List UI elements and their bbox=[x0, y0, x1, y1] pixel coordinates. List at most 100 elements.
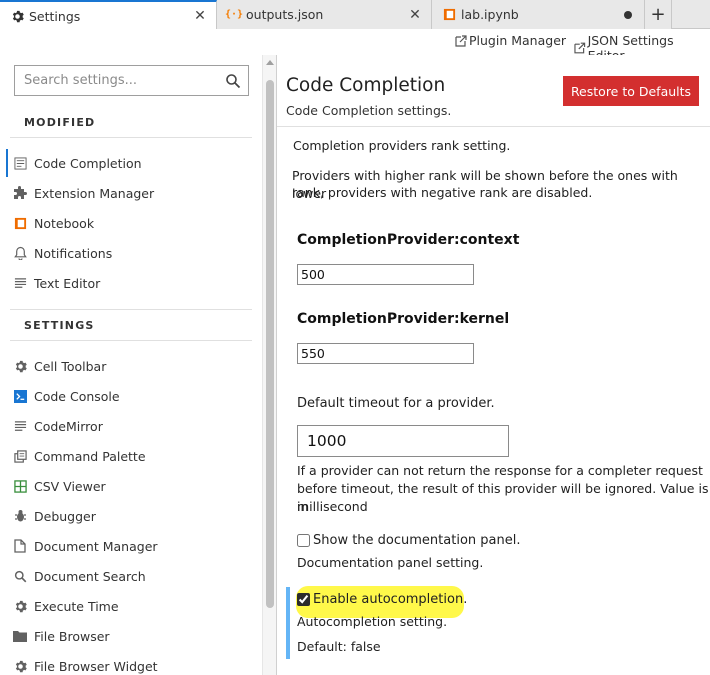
sidebar-item-code-console[interactable]: Code Console bbox=[6, 382, 256, 410]
scroll-up-icon[interactable] bbox=[266, 60, 274, 65]
scrollbar-thumb[interactable] bbox=[266, 80, 274, 608]
document-icon bbox=[13, 539, 27, 553]
text-editor-icon bbox=[13, 419, 27, 433]
providers-rank-note-line: rank, providers with negative rank are d… bbox=[292, 185, 593, 200]
autocompletion-option[interactable]: Enable autocompletion. bbox=[297, 592, 467, 607]
sidebar-item-cell-toolbar[interactable]: Cell Toolbar bbox=[6, 352, 256, 380]
gear-icon bbox=[13, 359, 27, 373]
autocompletion-description: Autocompletion setting. bbox=[297, 614, 448, 629]
autocompletion-label: Enable autocompletion. bbox=[313, 592, 468, 607]
sidebar-item-label: Debugger bbox=[34, 508, 96, 524]
autocompletion-default-value: Default: false bbox=[297, 639, 381, 654]
sidebar-item-file-browser-widget[interactable]: File Browser Widget bbox=[6, 652, 256, 675]
context-provider-input[interactable] bbox=[297, 264, 474, 285]
sidebar-item-label: Document Manager bbox=[34, 538, 158, 554]
sidebar-item-code-completion[interactable]: Code Completion bbox=[6, 149, 256, 177]
sidebar-item-command-palette[interactable]: Command Palette bbox=[6, 442, 256, 470]
close-icon[interactable]: ✕ bbox=[192, 8, 208, 24]
sidebar-item-document-manager[interactable]: Document Manager bbox=[6, 532, 256, 560]
page-title: Code Completion bbox=[286, 75, 446, 96]
text-editor-icon bbox=[13, 276, 27, 290]
unsaved-dot-icon[interactable] bbox=[624, 10, 632, 19]
context-provider-label: CompletionProvider:context bbox=[297, 232, 520, 248]
divider bbox=[277, 126, 710, 127]
autocompletion-checkbox[interactable] bbox=[297, 593, 310, 606]
sidebar-item-label: Command Palette bbox=[34, 448, 146, 464]
tab-label: outputs.json bbox=[246, 7, 324, 22]
gear-icon bbox=[13, 599, 27, 613]
console-icon bbox=[13, 389, 27, 403]
sidebar-item-notebook[interactable]: Notebook bbox=[6, 209, 256, 237]
sidebar-item-extension-manager[interactable]: Extension Manager bbox=[6, 179, 256, 207]
divider bbox=[10, 309, 252, 310]
settings-sidebar: MODIFIED Code Completion Extension Manag… bbox=[0, 55, 262, 675]
restore-defaults-button[interactable]: Restore to Defaults bbox=[563, 76, 699, 106]
sidebar-item-label: Text Editor bbox=[34, 275, 101, 291]
sidebar-item-label: Code Console bbox=[34, 388, 120, 404]
divider bbox=[10, 340, 252, 341]
sidebar-item-debugger[interactable]: Debugger bbox=[6, 502, 256, 530]
sidebar-item-label: File Browser bbox=[34, 628, 110, 644]
sidebar-item-codemirror[interactable]: CodeMirror bbox=[6, 412, 256, 440]
sidebar-item-label: Document Search bbox=[34, 568, 146, 584]
search-icon[interactable] bbox=[225, 73, 241, 89]
json-icon: {·} bbox=[224, 9, 244, 20]
timeout-input[interactable] bbox=[297, 425, 509, 457]
sidebar-item-text-editor[interactable]: Text Editor bbox=[6, 269, 256, 297]
gear-icon bbox=[10, 9, 24, 23]
sidebar-item-label: File Browser Widget bbox=[34, 658, 158, 674]
tab-settings[interactable]: Settings ✕ bbox=[0, 0, 217, 30]
csv-icon bbox=[13, 479, 27, 493]
sidebar-item-label: Cell Toolbar bbox=[34, 358, 107, 374]
sidebar-item-label: Notebook bbox=[34, 215, 95, 231]
page-subtitle: Code Completion settings. bbox=[286, 103, 452, 118]
folder-icon bbox=[13, 629, 27, 643]
timeout-description-line: millisecond bbox=[297, 499, 368, 514]
kernel-provider-label: CompletionProvider:kernel bbox=[297, 311, 510, 327]
settings-section-header: SETTINGS bbox=[24, 319, 95, 332]
bug-icon bbox=[13, 509, 27, 523]
modified-section-header: MODIFIED bbox=[24, 116, 96, 129]
modified-indicator bbox=[286, 587, 290, 659]
timeout-description-line: If a provider can not return the respons… bbox=[297, 463, 703, 478]
tab-lab-ipynb[interactable]: lab.ipynb bbox=[432, 0, 645, 29]
sidebar-item-label: CodeMirror bbox=[34, 418, 103, 434]
documentation-panel-checkbox[interactable] bbox=[297, 534, 310, 547]
bell-icon bbox=[13, 246, 27, 260]
sidebar-item-label: Code Completion bbox=[34, 155, 142, 171]
sidebar-item-execute-time[interactable]: Execute Time bbox=[6, 592, 256, 620]
divider bbox=[10, 137, 252, 138]
sidebar-item-file-browser[interactable]: File Browser bbox=[6, 622, 256, 650]
kernel-provider-input[interactable] bbox=[297, 343, 474, 364]
sidebar-scrollbar[interactable] bbox=[262, 55, 276, 675]
gear-icon bbox=[13, 659, 27, 673]
sidebar-item-notifications[interactable]: Notifications bbox=[6, 239, 256, 267]
close-icon[interactable]: ✕ bbox=[407, 7, 423, 23]
notebook-icon bbox=[442, 8, 456, 22]
tab-bar: Settings ✕ {·} outputs.json ✕ lab.ipynb … bbox=[0, 0, 710, 30]
plugin-manager-button[interactable]: Plugin Manager bbox=[455, 33, 566, 48]
documentation-panel-description: Documentation panel setting. bbox=[297, 555, 484, 570]
search-icon bbox=[13, 569, 27, 583]
sidebar-item-csv-viewer[interactable]: CSV Viewer bbox=[6, 472, 256, 500]
sidebar-item-label: Execute Time bbox=[34, 598, 119, 614]
add-tab-button[interactable]: + bbox=[645, 0, 672, 29]
sidebar-item-label: Notifications bbox=[34, 245, 113, 261]
external-link-icon bbox=[455, 34, 467, 47]
tab-outputs-json[interactable]: {·} outputs.json ✕ bbox=[217, 0, 432, 29]
providers-rank-description: Completion providers rank setting. bbox=[293, 138, 511, 153]
search-input[interactable] bbox=[24, 73, 219, 88]
code-completion-icon bbox=[13, 156, 27, 170]
palette-icon bbox=[13, 449, 27, 463]
tab-label: lab.ipynb bbox=[461, 7, 519, 22]
plugin-manager-label: Plugin Manager bbox=[469, 33, 567, 48]
documentation-panel-option[interactable]: Show the documentation panel. bbox=[297, 533, 520, 548]
sidebar-item-label: CSV Viewer bbox=[34, 478, 106, 494]
sidebar-item-document-search[interactable]: Document Search bbox=[6, 562, 256, 590]
tab-label: Settings bbox=[29, 8, 81, 24]
sidebar-item-label: Extension Manager bbox=[34, 185, 155, 201]
settings-panel: Code Completion Code Completion settings… bbox=[277, 55, 710, 675]
documentation-panel-label: Show the documentation panel. bbox=[313, 533, 521, 548]
timeout-label: Default timeout for a provider. bbox=[297, 396, 495, 411]
search-box bbox=[14, 65, 249, 96]
